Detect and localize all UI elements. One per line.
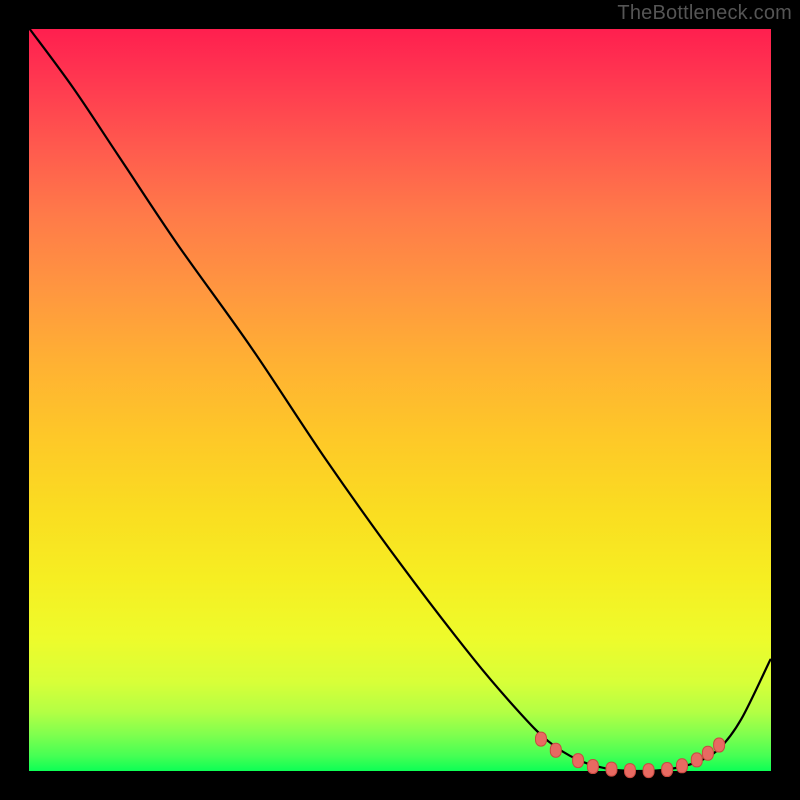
marker-dot: [662, 763, 673, 777]
curve-overlay: [29, 29, 771, 771]
marker-dot: [587, 760, 598, 774]
marker-dot: [702, 746, 713, 760]
bottleneck-curve: [30, 29, 771, 771]
marker-dot: [714, 738, 725, 752]
plot-area: [29, 29, 771, 771]
marker-dot: [677, 759, 688, 773]
optimal-zone-markers: [536, 732, 725, 778]
marker-dot: [550, 743, 561, 757]
marker-dot: [606, 762, 617, 776]
chart-frame: TheBottleneck.com: [0, 0, 800, 800]
marker-dot: [691, 753, 702, 767]
marker-dot: [573, 754, 584, 768]
marker-dot: [625, 764, 636, 778]
marker-dot: [643, 764, 654, 778]
watermark-text: TheBottleneck.com: [617, 2, 792, 25]
marker-dot: [536, 732, 547, 746]
